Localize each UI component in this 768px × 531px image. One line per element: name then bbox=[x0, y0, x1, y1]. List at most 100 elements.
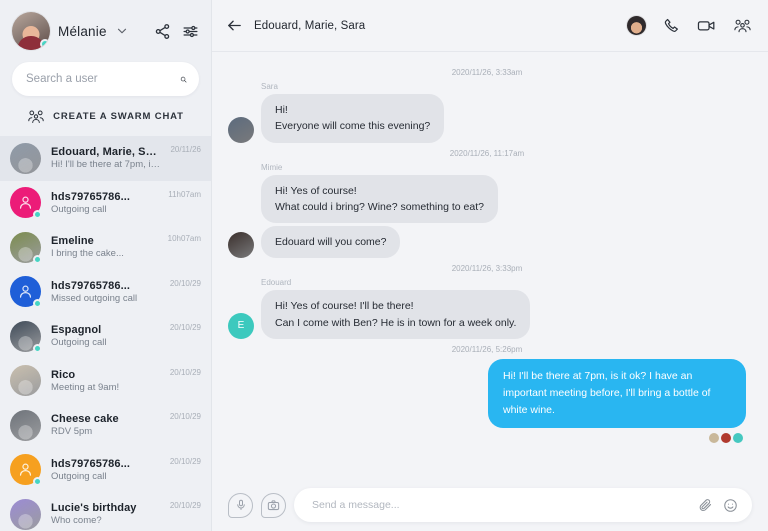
message-row: E Hi! Yes of course! I'll be there! Can I … bbox=[228, 290, 746, 339]
contact-text: hds79765786... Outgoing call bbox=[51, 191, 158, 215]
contact-row[interactable]: Edouard, Marie, Sara Hi! I'll be there at… bbox=[0, 136, 211, 181]
read-receipt-avatar bbox=[709, 432, 719, 443]
contact-row[interactable]: Lucie's birthday Who come? 20/10/29 bbox=[0, 492, 211, 531]
message-avatar bbox=[228, 232, 254, 259]
message-text: Can I come with Ben? He is in town for a… bbox=[275, 316, 517, 329]
message-text: Hi! Yes of course! I'll be there! bbox=[275, 300, 414, 313]
read-receipt-avatar bbox=[721, 432, 731, 443]
microphone-icon bbox=[236, 499, 245, 510]
contact-row[interactable]: Cheese cake RDV 5pm 20/10/29 bbox=[0, 403, 211, 448]
message-text: Hi! bbox=[275, 104, 288, 116]
contact-preview: Who come? bbox=[51, 515, 102, 527]
contact-avatar bbox=[10, 231, 42, 264]
message-list[interactable]: 2020/11/26, 3:33am Sara Hi! Everyone will c… bbox=[212, 52, 768, 479]
contact-timestamp: 10h07am bbox=[167, 234, 201, 243]
avatar[interactable] bbox=[12, 12, 50, 50]
search-input[interactable] bbox=[26, 73, 180, 85]
search-box[interactable] bbox=[12, 62, 199, 96]
chat-header: Edouard, Marie, Sara bbox=[212, 0, 768, 52]
contact-avatar bbox=[10, 409, 41, 441]
chat-header-actions bbox=[627, 16, 752, 35]
search-container bbox=[0, 58, 211, 96]
create-swarm-chat-label: CREATE A SWARM CHAT bbox=[53, 111, 184, 122]
contact-row[interactable]: hds79765786... Outgoing call 11h07am bbox=[0, 181, 211, 226]
contact-timestamp: 20/10/29 bbox=[169, 367, 201, 377]
message-composer bbox=[212, 479, 768, 531]
message-timestamp: 2020/11/26, 3:33pm bbox=[451, 264, 523, 274]
share-icon[interactable] bbox=[154, 23, 171, 40]
contact-preview: Meeting at 9am! bbox=[51, 381, 120, 393]
contact-text: Emeline I bring the cake... bbox=[51, 235, 158, 259]
message-bubble[interactable]: Edouard will you come? bbox=[261, 226, 401, 259]
contact-timestamp: 20/10/29 bbox=[169, 456, 201, 466]
outgoing-message-bubble[interactable]: Hi! I'll be there at 7pm, is it ok? I ha… bbox=[488, 358, 746, 428]
message-sender-name: Sara bbox=[261, 82, 278, 91]
phone-icon[interactable] bbox=[663, 17, 680, 34]
create-swarm-chat-button[interactable]: CREATE A SWARM CHAT bbox=[0, 96, 211, 136]
video-camera-icon[interactable] bbox=[697, 17, 716, 34]
camera-button[interactable] bbox=[261, 492, 286, 518]
contact-row[interactable]: Emeline I bring the cake... 10h07am bbox=[0, 225, 211, 270]
online-status-dot bbox=[33, 299, 42, 309]
contact-name: Cheese cake bbox=[51, 413, 119, 426]
contact-avatar bbox=[10, 142, 41, 174]
back-arrow-icon[interactable] bbox=[226, 17, 243, 34]
chat-panel: Edouard, Marie, Sara 2020/11/26, 3:33am S… bbox=[212, 0, 768, 531]
message-group: Mimie Hi! Yes of course! What could i brin… bbox=[228, 163, 746, 259]
contact-preview: Hi! I'll be there at 7pm, is it... bbox=[51, 159, 161, 171]
message-input[interactable] bbox=[312, 499, 688, 511]
message-avatar bbox=[228, 116, 254, 143]
contact-text: Cheese cake RDV 5pm bbox=[51, 413, 160, 437]
contact-timestamp: 20/10/29 bbox=[169, 412, 201, 421]
contact-avatar[interactable] bbox=[627, 16, 646, 35]
contact-name: Lucie's birthday bbox=[51, 502, 137, 515]
online-status-dot bbox=[33, 254, 42, 264]
message-bubble[interactable]: Hi! Yes of course! I'll be there! Can I c… bbox=[261, 290, 531, 339]
read-receipt-avatar bbox=[733, 432, 743, 443]
paperclip-icon[interactable] bbox=[698, 498, 713, 513]
message-avatar: E bbox=[228, 312, 254, 339]
contact-name: hds79765786... bbox=[51, 190, 131, 203]
contact-preview: RDV 5pm bbox=[51, 426, 93, 438]
message-bubble[interactable]: Hi! Everyone will come this evening? bbox=[261, 94, 445, 143]
contact-preview: I bring the cake... bbox=[51, 248, 124, 260]
smiley-icon[interactable] bbox=[723, 498, 738, 513]
contact-list[interactable]: Edouard, Marie, Sara Hi! I'll be there at… bbox=[0, 136, 211, 531]
sliders-icon[interactable] bbox=[182, 23, 199, 40]
outgoing-message-row: Hi! I'll be there at 7pm, is it ok? I ha… bbox=[228, 358, 746, 428]
group-people-icon bbox=[28, 110, 44, 124]
chevron-down-icon[interactable] bbox=[115, 24, 129, 38]
search-icon[interactable] bbox=[180, 72, 187, 87]
contact-preview: Outgoing call bbox=[51, 337, 107, 349]
contact-row[interactable]: Rico Meeting at 9am! 20/10/29 bbox=[0, 359, 211, 404]
contact-text: Rico Meeting at 9am! bbox=[51, 369, 160, 393]
contact-name: hds79765786... bbox=[51, 457, 131, 470]
contact-text: Espagnol Outgoing call bbox=[51, 324, 160, 348]
contact-row[interactable]: hds79765786... Missed outgoing call 20/10/… bbox=[0, 270, 211, 315]
contact-name: Edouard, Marie, Sara bbox=[51, 146, 161, 159]
voice-record-button[interactable] bbox=[228, 492, 253, 518]
contact-name: Emeline bbox=[51, 235, 94, 248]
contact-name: Rico bbox=[51, 368, 76, 381]
message-row: Hi! Everyone will come this evening? bbox=[228, 94, 746, 143]
online-status-dot bbox=[33, 343, 42, 353]
contact-avatar bbox=[10, 276, 42, 309]
message-text: What could i bring? Wine? something to e… bbox=[275, 200, 484, 213]
contact-preview: Outgoing call bbox=[51, 470, 107, 482]
contact-timestamp: 11h07am bbox=[168, 189, 201, 199]
sidebar-header: Mélanie bbox=[0, 0, 211, 58]
sidebar: Mélanie CREATE A SWARM CHAT Edouard, Mar… bbox=[0, 0, 212, 531]
message-bubble[interactable]: Hi! Yes of course! What could i bring? Wi… bbox=[261, 174, 498, 224]
online-status-dot bbox=[40, 39, 50, 49]
online-status-dot bbox=[33, 477, 42, 487]
message-text: Hi! Yes of course! bbox=[275, 184, 357, 197]
contact-preview: Missed outgoing call bbox=[51, 292, 138, 304]
add-people-icon[interactable] bbox=[733, 18, 752, 34]
contact-row[interactable]: hds79765786... Outgoing call 20/10/29 bbox=[0, 448, 211, 493]
sidebar-actions bbox=[154, 23, 201, 40]
message-row: Edouard will you come? bbox=[228, 226, 746, 259]
contact-avatar bbox=[10, 365, 41, 397]
message-timestamp: 2020/11/26, 3:33am bbox=[451, 68, 523, 77]
contact-row[interactable]: Espagnol Outgoing call 20/10/29 bbox=[0, 314, 211, 359]
message-input-container[interactable] bbox=[294, 488, 752, 522]
